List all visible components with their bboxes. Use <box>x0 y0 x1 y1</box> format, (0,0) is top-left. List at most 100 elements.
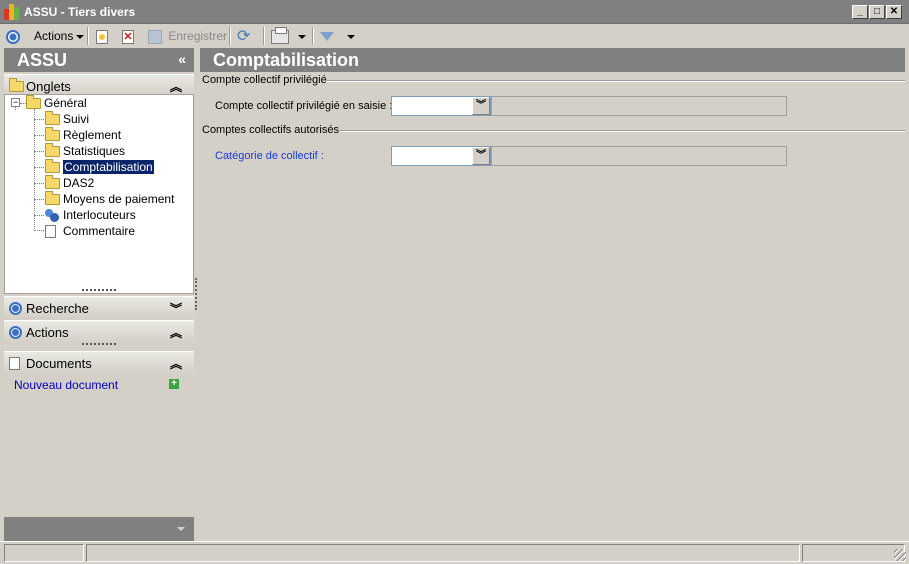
categorie-collectif-select[interactable]: ︾ <box>391 146 491 166</box>
section-actions-header[interactable]: Actions ︽ <box>4 320 194 342</box>
field-label-categorie-collectif: Catégorie de collectif : <box>215 150 324 162</box>
new-document-button[interactable] <box>96 26 108 46</box>
group-divider <box>326 80 905 82</box>
group-title-compte-privilegie: Compte collectif privilégié <box>202 74 327 86</box>
tree-node-comptabilisation[interactable]: Comptabilisation <box>45 159 154 175</box>
minimize-button[interactable]: _ <box>852 5 868 19</box>
section-documents-label: Documents <box>26 356 92 371</box>
window-title: ASSU - Tiers divers <box>24 5 136 19</box>
chevron-up-icon[interactable]: ︽ <box>170 324 182 341</box>
panel-splitter[interactable] <box>195 278 197 310</box>
folder-icon <box>45 175 60 190</box>
tree-node-label-selected: Comptabilisation <box>63 160 154 174</box>
toolbar: Actions ✕ Enregistrer ⟳ <box>0 24 909 48</box>
tree-node-label: Interlocuteurs <box>63 208 136 222</box>
section-onglets-header[interactable]: Onglets ︽ <box>4 74 194 96</box>
main-header: Comptabilisation <box>200 48 905 72</box>
chevron-down-icon[interactable] <box>177 527 185 531</box>
resize-grip[interactable] <box>82 343 116 346</box>
new-file-icon <box>96 29 108 44</box>
categorie-collectif-description <box>491 146 787 166</box>
print-dropdown-button[interactable] <box>295 26 306 46</box>
left-panel-header: ASSU « <box>4 48 194 72</box>
chevron-double-down-icon[interactable]: ︾ <box>472 147 490 165</box>
section-recherche-header[interactable]: Recherche ︾ <box>4 296 194 318</box>
actions-circle-icon[interactable] <box>6 26 20 46</box>
status-bar <box>0 541 909 564</box>
tree-node-label: Règlement <box>63 128 122 142</box>
folder-icon <box>45 111 60 126</box>
chevron-double-down-icon[interactable]: ︾ <box>472 97 490 115</box>
group-title-comptes-autorises: Comptes collectifs autorisés <box>202 124 339 136</box>
app-logo-icon <box>4 4 20 20</box>
tree-node-interlocuteurs[interactable]: Interlocuteurs <box>45 207 136 223</box>
window-resize-grip[interactable] <box>894 549 906 561</box>
maximize-button[interactable]: □ <box>869 5 885 19</box>
search-circle-icon <box>9 302 22 316</box>
delete-button[interactable]: ✕ <box>122 26 134 46</box>
tree-collapse-toggle[interactable]: − <box>11 98 20 107</box>
left-panel-title: ASSU <box>17 50 68 70</box>
left-panel-footer <box>4 517 194 541</box>
actions-circle-icon <box>9 326 22 340</box>
chevron-down-icon <box>347 34 355 39</box>
save-label: Enregistrer <box>168 29 228 43</box>
folder-open-icon <box>26 95 41 110</box>
save-icon <box>148 29 162 44</box>
tree-node-label: Statistiques <box>63 144 126 158</box>
window-title-bar[interactable]: ASSU - Tiers divers _ □ ✕ <box>0 0 909 24</box>
chevron-down-icon <box>76 34 85 39</box>
chevron-up-icon[interactable]: ︽ <box>170 78 182 95</box>
section-onglets-label: Onglets <box>26 79 71 94</box>
toolbar-separator <box>312 27 314 45</box>
tree-node-moyens-de-paiement[interactable]: Moyens de paiement <box>45 191 174 207</box>
toolbar-separator <box>229 27 231 45</box>
status-cell <box>802 544 905 562</box>
status-cell <box>86 544 800 562</box>
compte-privilegie-description <box>491 96 787 116</box>
filter-dropdown-button[interactable] <box>344 26 355 46</box>
tree-node-statistiques[interactable]: Statistiques <box>45 143 125 159</box>
chevron-up-icon[interactable]: ︽ <box>170 355 182 372</box>
filter-button[interactable] <box>320 26 334 46</box>
tree-node-label: Général <box>44 96 87 110</box>
tree-node-label: Suivi <box>63 112 90 126</box>
toolbar-separator <box>263 27 265 45</box>
new-document-link[interactable]: Nouveau document <box>14 378 118 392</box>
status-cell <box>4 544 84 562</box>
refresh-icon: ⟳ <box>237 27 251 45</box>
page-title: Comptabilisation <box>213 50 360 70</box>
folder-icon <box>45 127 60 142</box>
document-icon <box>45 225 56 239</box>
folder-icon <box>45 191 60 206</box>
chevron-down-icon[interactable]: ︾ <box>170 300 182 317</box>
print-icon <box>271 26 289 44</box>
tree-node-commentaire[interactable]: Commentaire <box>45 223 135 239</box>
folder-icon <box>45 143 60 158</box>
tree-node-label: Commentaire <box>63 224 136 238</box>
actions-menu-button[interactable]: Actions <box>34 26 85 46</box>
save-button[interactable]: Enregistrer <box>148 26 227 46</box>
tree-node-das2[interactable]: DAS2 <box>45 175 94 191</box>
collapse-panel-button[interactable]: « <box>178 51 186 67</box>
delete-icon: ✕ <box>122 29 134 44</box>
close-button[interactable]: ✕ <box>886 5 902 19</box>
resize-grip[interactable] <box>82 289 116 292</box>
group-divider <box>340 130 905 132</box>
section-recherche-label: Recherche <box>26 301 89 316</box>
tabs-tree: − Général Suivi Règlement Statistiques C… <box>4 94 194 294</box>
filter-icon <box>320 32 334 42</box>
refresh-button[interactable]: ⟳ <box>237 26 253 46</box>
print-button[interactable] <box>271 26 289 46</box>
section-documents-header[interactable]: Documents ︽ <box>4 351 194 373</box>
tree-node-suivi[interactable]: Suivi <box>45 111 89 127</box>
folder-open-icon <box>45 159 60 174</box>
compte-privilegie-select[interactable]: ︾ <box>391 96 491 116</box>
tree-node-reglement[interactable]: Règlement <box>45 127 121 143</box>
tree-node-general[interactable]: Général <box>26 95 87 111</box>
document-icon <box>9 357 20 371</box>
field-label-compte-privilegie: Compte collectif privilégié en saisie : <box>215 100 393 112</box>
section-actions-label: Actions <box>26 325 69 340</box>
add-icon[interactable]: + <box>169 379 179 389</box>
users-icon <box>45 209 59 223</box>
